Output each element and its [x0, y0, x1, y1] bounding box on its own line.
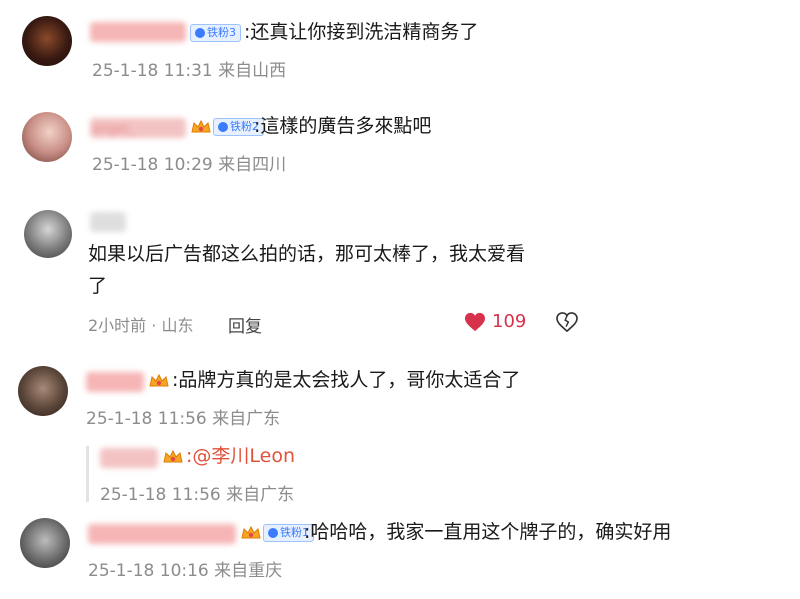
crown-icon — [163, 449, 183, 463]
comment-meta: 25-1-18 10:29 来自四川 — [92, 155, 287, 175]
comment-time: 2小时前 · 山东 — [88, 316, 194, 335]
comment-text: :這樣的廣告多來點吧 — [254, 115, 432, 137]
avatar[interactable] — [22, 16, 72, 66]
avatar[interactable] — [18, 366, 68, 416]
username-blurred[interactable] — [90, 22, 186, 42]
reply-button[interactable]: 回复 — [228, 312, 262, 337]
comment-text: :哈哈哈，我家一直用这个牌子的，确实好用 — [304, 521, 672, 543]
comment-text: :还真让你接到洗洁精商务了 — [244, 21, 479, 43]
comment-meta: 25-1-18 11:31 来自山西 — [92, 61, 287, 81]
username-blurred[interactable] — [100, 448, 158, 468]
crown-icon — [191, 119, 211, 133]
username-blurred[interactable] — [86, 372, 144, 392]
badge-label: 铁粉3 — [207, 26, 236, 39]
comment-meta: 25-1-18 11:56 来自广东 — [86, 409, 281, 429]
avatar[interactable] — [22, 112, 72, 162]
comment-text: 如果以后广告都这么拍的话，那可太棒了，我太爱看 — [88, 243, 526, 265]
comment-meta: 25-1-18 10:16 来自重庆 — [88, 561, 283, 581]
avatar[interactable] — [20, 518, 70, 568]
fan-icon — [268, 528, 278, 538]
like-button[interactable]: 109 — [464, 311, 526, 332]
username-blurred[interactable] — [90, 212, 126, 232]
crown-icon — [149, 373, 169, 387]
reply-meta: 25-1-18 11:56 来自广东 — [100, 485, 295, 505]
reply-thread-bar — [86, 446, 89, 502]
fan-icon — [195, 28, 205, 38]
crown-icon — [241, 525, 261, 539]
fan-badge: 铁粉3 — [190, 24, 241, 42]
avatar[interactable] — [24, 210, 72, 258]
like-count: 109 — [492, 311, 527, 332]
fan-icon — [218, 122, 228, 132]
username-blurred[interactable] — [88, 524, 236, 544]
heart-icon — [465, 312, 485, 331]
reply-mention[interactable]: :@李川Leon — [186, 442, 295, 470]
username-blurred[interactable]: angel_ — [90, 118, 186, 138]
comment-text: :品牌方真的是太会找人了，哥你太适合了 — [172, 369, 521, 391]
broken-heart-icon[interactable] — [556, 312, 578, 332]
comment-text-continued: 了 — [88, 275, 108, 297]
